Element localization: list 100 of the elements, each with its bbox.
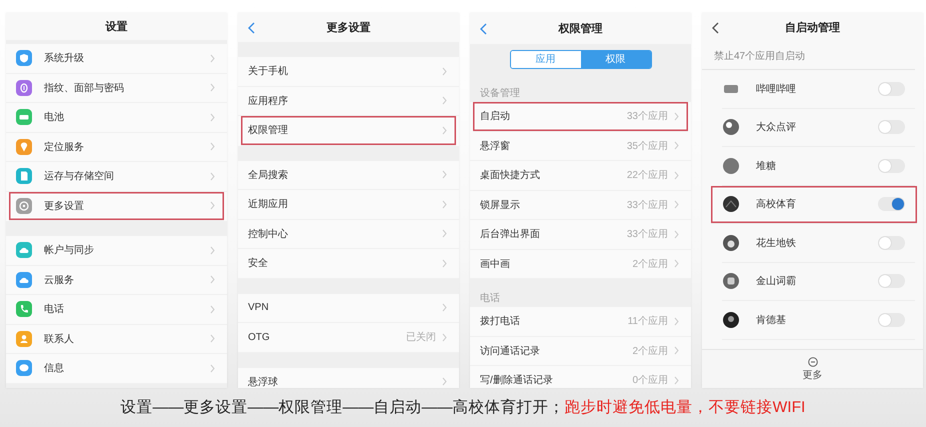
caption-note: 跑步时避免低电量，不要链接WIFI: [564, 398, 806, 418]
minus-circle-icon: [808, 356, 818, 366]
item-label: 访问通话记录: [480, 344, 540, 358]
chevron-icon: [674, 259, 679, 268]
chevron-icon: [674, 141, 679, 150]
item-value: 11个应用: [628, 314, 668, 328]
list-item[interactable]: 信息: [6, 354, 227, 384]
chevron-icon: [210, 246, 215, 255]
chevron-icon: [442, 377, 447, 386]
chevron-icon: [210, 142, 215, 152]
list-item[interactable]: 安全: [238, 249, 459, 278]
chevron-icon: [210, 201, 215, 210]
list-item[interactable]: 拨打电话 11个应用: [470, 307, 691, 336]
item-label: 指纹、面部与密码: [44, 82, 124, 95]
list-item[interactable]: 近期应用: [238, 190, 459, 220]
back-button[interactable]: [246, 20, 257, 36]
list-item[interactable]: 后台弹出界面 33个应用: [470, 220, 691, 250]
item-label: 权限管理: [248, 124, 288, 138]
chevron-icon: [442, 258, 447, 268]
item-label: 电话: [44, 302, 64, 316]
app-name: 大众点评: [756, 120, 796, 134]
chevron-icon: [674, 316, 679, 326]
chevron-icon: [674, 170, 679, 180]
list-item[interactable]: 自启动 33个应用: [473, 102, 688, 132]
item-label: 云服务: [44, 274, 74, 287]
item-value: 2个应用: [632, 344, 668, 358]
back-icon: [712, 22, 719, 34]
item-value: 33个应用: [626, 110, 668, 124]
item-label: 定位服务: [44, 140, 84, 154]
chevron-icon: [674, 200, 679, 210]
toggle-switch[interactable]: [878, 82, 905, 96]
list-item[interactable]: 运存与存储空间: [6, 162, 227, 192]
app-name: 花生地铁: [756, 236, 796, 250]
app-logo-icon: [722, 156, 740, 175]
item-value: 33个应用: [626, 198, 668, 212]
more-button[interactable]: 更多: [802, 356, 822, 382]
item-label: 安全: [248, 256, 268, 270]
item-label: 系统升级: [44, 52, 84, 66]
list-item[interactable]: 关于手机: [238, 57, 459, 86]
list-item[interactable]: 联系人: [6, 324, 227, 354]
app-name: 哔哩哔哩: [756, 82, 796, 96]
item-label: 写/删除通话记录: [480, 374, 553, 388]
list-item[interactable]: OTG 已关闭: [238, 323, 459, 352]
back-button[interactable]: [710, 20, 721, 36]
list-item[interactable]: 电话: [6, 295, 227, 324]
list-item[interactable]: 应用程序: [238, 86, 459, 116]
item-label: 锁屏显示: [480, 198, 520, 212]
item-value: 2个应用: [632, 258, 668, 271]
app-logo-icon: [722, 310, 740, 329]
toggle-switch[interactable]: [878, 236, 905, 250]
chevron-icon: [210, 172, 215, 181]
screen-title: 更多设置: [326, 20, 370, 35]
item-label: 全局搜索: [248, 168, 288, 182]
chevron-icon: [210, 54, 215, 63]
toggle-switch[interactable]: [878, 274, 905, 288]
chevron-icon: [674, 112, 679, 121]
list-item[interactable]: 定位服务: [6, 132, 227, 162]
cloud-icon: [16, 272, 32, 288]
chevron-icon: [442, 96, 447, 106]
back-icon: [248, 22, 255, 34]
chevron-icon: [210, 83, 215, 92]
list-item[interactable]: 悬浮球: [238, 368, 459, 388]
list-item[interactable]: 全局搜索: [238, 160, 459, 190]
item-label: 悬浮窗: [480, 140, 510, 153]
chevron-icon: [674, 230, 679, 239]
chevron-icon: [442, 66, 447, 76]
item-label: 运存与存储空间: [44, 170, 114, 184]
list-item[interactable]: 桌面快捷方式 22个应用: [470, 161, 691, 190]
list-item[interactable]: 权限管理: [241, 116, 456, 146]
toggle-switch[interactable]: [878, 197, 905, 212]
item-label: 控制中心: [248, 228, 288, 241]
list-item[interactable]: 锁屏显示 33个应用: [470, 190, 691, 220]
toggle-switch[interactable]: [878, 158, 905, 173]
chevron-icon: [442, 200, 447, 209]
chevron-icon: [674, 376, 679, 385]
message-icon: [16, 360, 32, 376]
toggle-switch[interactable]: [878, 120, 905, 134]
app-name: 高校体育: [756, 198, 796, 212]
item-label: 自启动: [480, 110, 510, 124]
list-item[interactable]: 更多设置: [9, 192, 224, 221]
list-item[interactable]: VPN: [238, 294, 459, 323]
subtitle-text: 禁止47个应用自启动: [702, 42, 915, 70]
back-button[interactable]: [478, 20, 489, 36]
list-item[interactable]: 写/删除通话记录 0个应用: [470, 366, 691, 388]
item-value: 0个应用: [632, 374, 668, 388]
list-item[interactable]: 电池: [6, 103, 227, 132]
list-item[interactable]: 云服务: [6, 266, 227, 295]
list-item[interactable]: 系统升级: [6, 44, 227, 74]
battery-icon: [16, 109, 32, 126]
list-item[interactable]: 悬浮窗 35个应用: [470, 132, 691, 161]
toggle-switch[interactable]: [878, 312, 905, 327]
chevron-icon: [442, 303, 447, 312]
list-item[interactable]: 指纹、面部与密码: [6, 74, 227, 103]
app-name: 金山词霸: [756, 274, 796, 288]
item-label: 近期应用: [248, 198, 288, 212]
list-item[interactable]: 控制中心: [238, 220, 459, 249]
list-item[interactable]: 访问通话记录 2个应用: [470, 336, 691, 366]
list-item[interactable]: 帐户与同步: [6, 236, 227, 266]
item-label: VPN: [248, 302, 269, 314]
list-item[interactable]: 画中画 2个应用: [470, 250, 691, 279]
